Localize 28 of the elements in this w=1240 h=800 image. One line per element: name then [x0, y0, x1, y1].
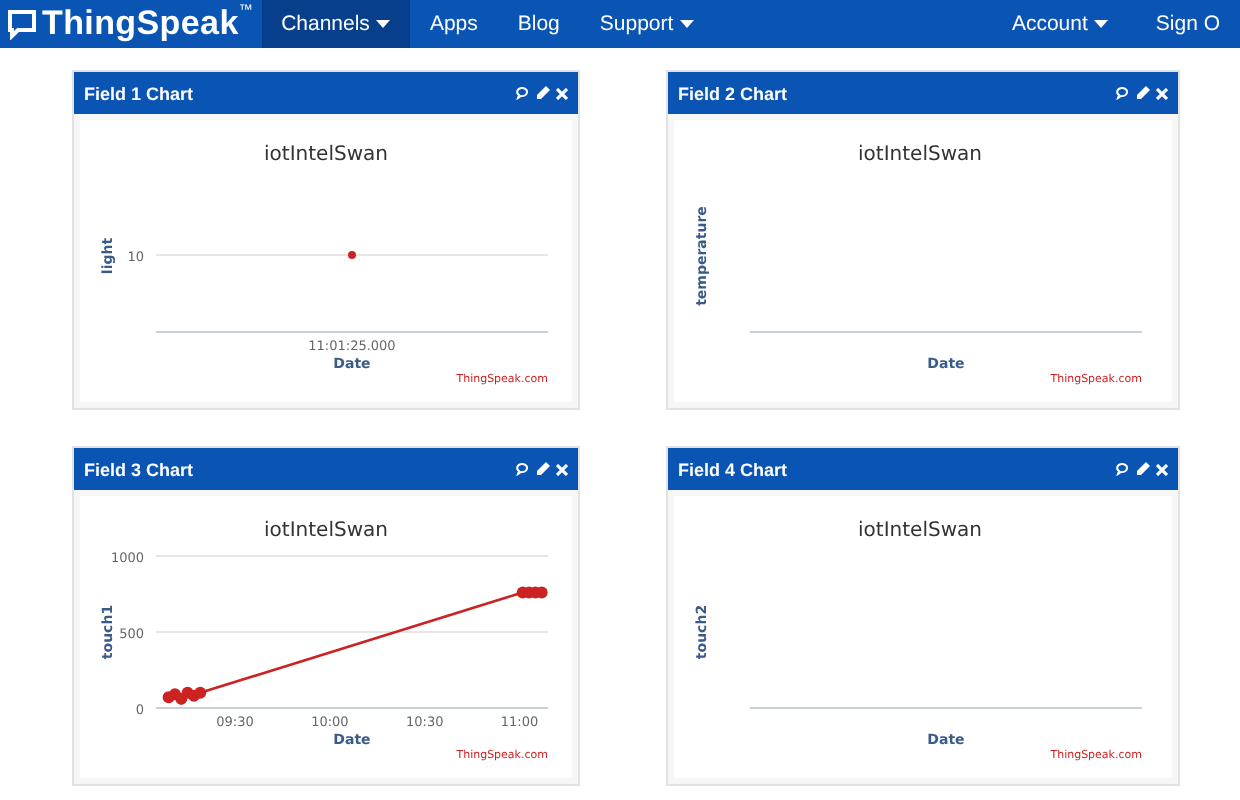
close-icon[interactable]	[1156, 87, 1168, 99]
pencil-icon[interactable]	[536, 462, 550, 476]
comment-icon[interactable]	[1116, 462, 1130, 476]
card-title: Field 1 Chart	[84, 83, 194, 103]
card-title: Field 2 Chart	[678, 83, 788, 103]
pencil-icon[interactable]	[1136, 462, 1150, 476]
chart-title: iotIntelSwan	[264, 144, 388, 166]
nav-link[interactable]: Account	[991, 0, 1128, 48]
comment-icon[interactable]	[516, 462, 530, 476]
card-title: Field 4 Chart	[678, 459, 788, 479]
nav-link[interactable]: Apps	[409, 0, 498, 48]
close-icon[interactable]	[556, 87, 568, 99]
pencil-icon[interactable]	[1136, 86, 1150, 100]
pencil-icon[interactable]	[536, 86, 550, 100]
comment-icon[interactable]	[516, 86, 530, 100]
nav-link[interactable]: Channels	[261, 0, 410, 48]
chart-title: iotIntelSwan	[264, 520, 388, 542]
data-point	[348, 251, 356, 259]
card-title: Field 3 Chart	[84, 459, 194, 479]
close-icon[interactable]	[556, 463, 568, 475]
chart-title: iotIntelSwan	[858, 520, 982, 542]
nav-link[interactable]: Sign O	[1135, 0, 1240, 48]
close-icon[interactable]	[1156, 463, 1168, 475]
chart-title: iotIntelSwan	[858, 144, 982, 166]
comment-icon[interactable]	[1116, 86, 1130, 100]
nav-link[interactable]: Support	[579, 0, 714, 48]
speech-bubble-icon	[6, 8, 38, 40]
nav-link[interactable]: Blog	[497, 0, 580, 48]
